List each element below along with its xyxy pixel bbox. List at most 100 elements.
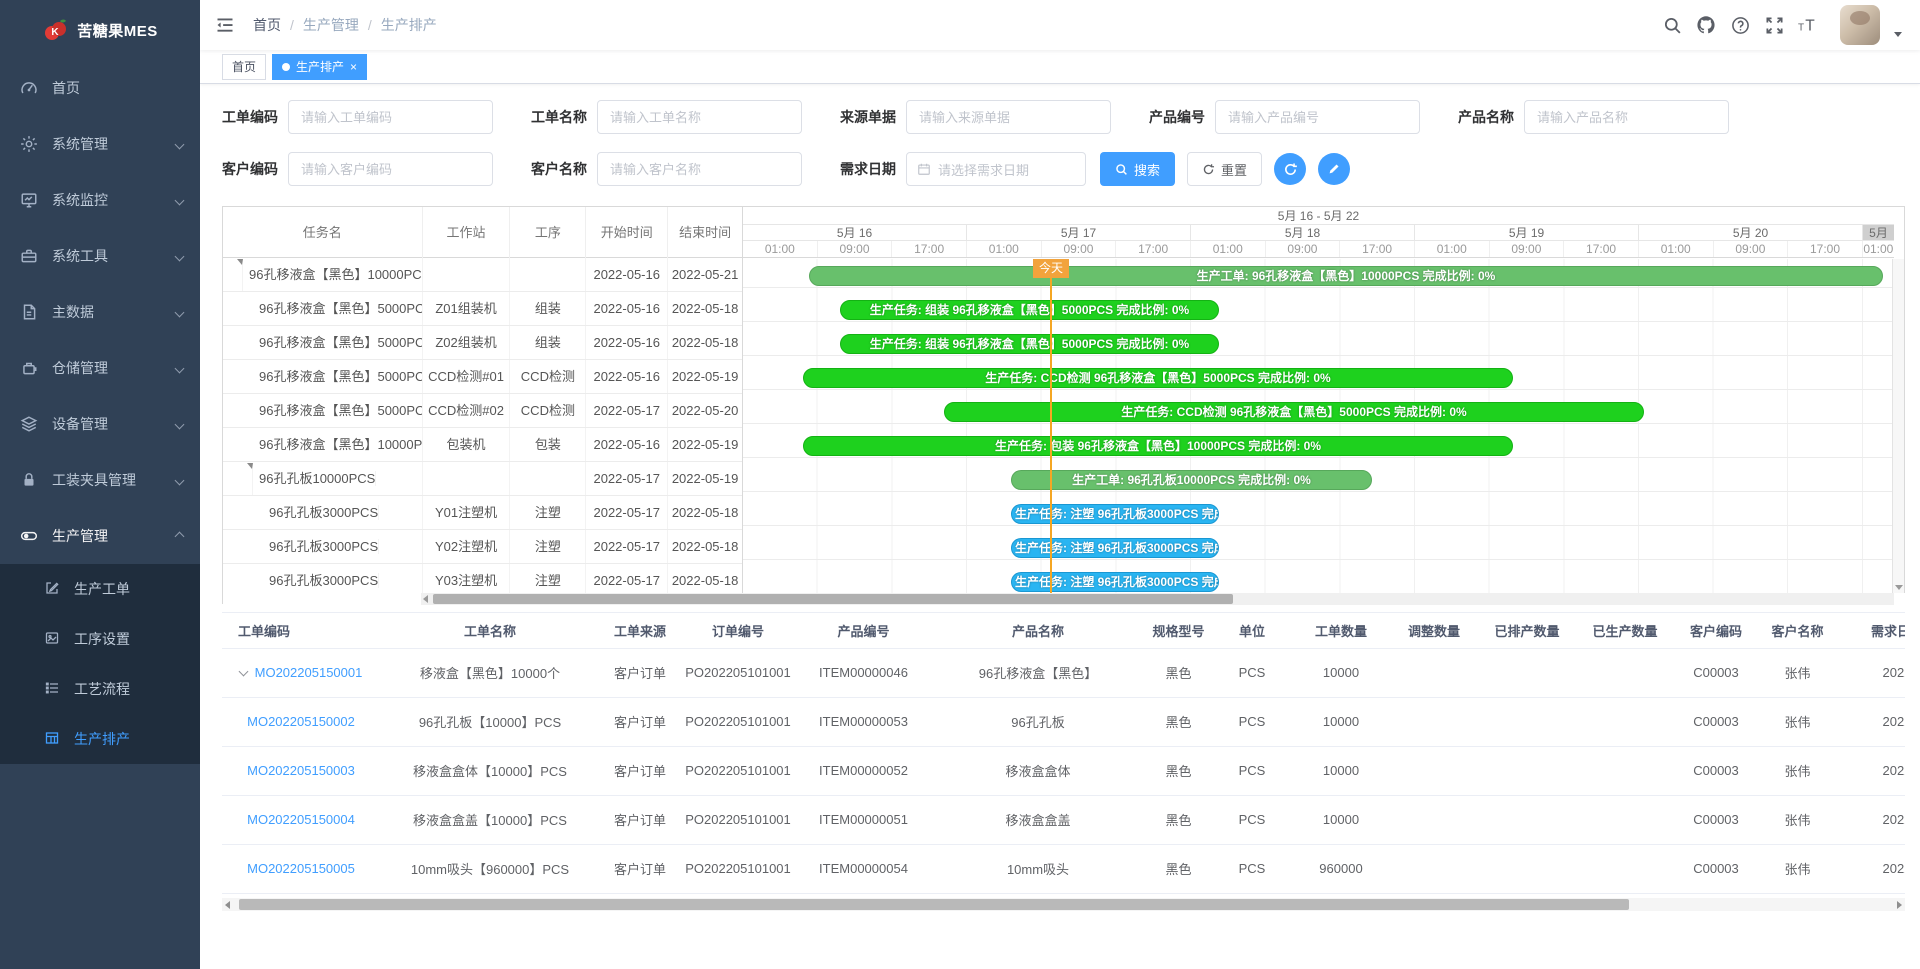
work-order-link[interactable]: MO202205150003 [247, 763, 355, 778]
tab-scheduling[interactable]: 生产排产 × [272, 54, 367, 80]
gantt-row[interactable]: 96孔移液盒【黑色】5000PCS Z02组装机组装 2022-05-16202… [223, 326, 742, 360]
sidebar-item-scheduling[interactable]: 生产排产 [0, 714, 200, 764]
sidebar-collapse-icon[interactable] [215, 15, 235, 35]
demand-date-picker[interactable]: 请选择需求日期 [906, 152, 1086, 186]
help-icon[interactable] [1730, 15, 1750, 35]
table-row[interactable]: MO202205150001 移液盒【黑色】10000个客户订单PO202205… [222, 648, 1905, 697]
github-icon[interactable] [1696, 15, 1716, 35]
hour-cell: 17:00 [1340, 241, 1415, 257]
sidebar-item-process-flow[interactable]: 工艺流程 [0, 664, 200, 714]
table-horizontal-scrollbar[interactable] [222, 898, 1905, 911]
gantt-bar-task[interactable]: 生产任务: 注塑 96孔孔板3000PCS 完成比例: 0% [1011, 504, 1219, 524]
gantt-bar-task[interactable]: 生产任务: 注塑 96孔孔板3000PCS 完成比例: 0% [1011, 538, 1219, 558]
list-icon [44, 680, 62, 698]
gantt-bar-task[interactable]: 生产任务: 注塑 96孔孔板3000PCS 完成比例: 0% [1011, 572, 1219, 592]
gantt-row[interactable]: 96孔移液盒【黑色】10000PCS 包装机包装 2022-05-162022-… [223, 428, 742, 462]
product-name-input[interactable] [1524, 100, 1729, 134]
tab-home[interactable]: 首页 [222, 54, 266, 80]
gantt-row[interactable]: 96孔孔板3000PCS Y01注塑机注塑 2022-05-172022-05-… [223, 496, 742, 530]
user-menu-caret-icon[interactable] [1894, 32, 1902, 37]
gantt-row[interactable]: 96孔孔板3000PCS Y03注塑机注塑 2022-05-172022-05-… [223, 564, 742, 593]
gantt-timeline-body: 今天 生产工单: 96孔移液盒【黑色】10000PCS 完成比例: 0% 生产任… [743, 259, 1894, 593]
calendar-icon [917, 162, 931, 176]
scroll-right-icon[interactable] [1897, 901, 1902, 909]
breadcrumb-home[interactable]: 首页 [253, 15, 281, 35]
gantt-bar-task[interactable]: 生产任务: CCD检测 96孔移液盒【黑色】5000PCS 完成比例: 0% [944, 402, 1644, 422]
logo-icon: K [42, 17, 68, 43]
search-icon[interactable] [1662, 15, 1682, 35]
sidebar-item-production[interactable]: 生产管理 [0, 508, 200, 564]
app-logo[interactable]: K 苦糖果MES [0, 0, 200, 60]
sidebar-item-master-data[interactable]: 主数据 [0, 284, 200, 340]
table-row[interactable]: MO202205150003 移液盒盒体【10000】PCS客户订单PO2022… [222, 746, 1905, 795]
fullscreen-icon[interactable] [1764, 15, 1784, 35]
expand-row-icon[interactable] [238, 667, 248, 677]
timeline-days: 5月 16 5月 17 5月 18 5月 19 5月 20 5月 21 [743, 225, 1894, 241]
source-doc-input[interactable] [906, 100, 1111, 134]
table-row[interactable]: MO202205150004 移液盒盒盖【10000】PCS客户订单PO2022… [222, 795, 1905, 844]
work-order-link[interactable]: MO202205150005 [247, 861, 355, 876]
collapse-triangle-icon[interactable] [247, 463, 253, 495]
breadcrumb-section[interactable]: 生产管理 [303, 15, 359, 35]
scrollbar-thumb[interactable] [433, 594, 1233, 604]
scroll-left-icon[interactable] [423, 595, 428, 603]
gantt-row[interactable]: 96孔移液盒【黑色】10000PCS 2022-05-162022-05-21 [223, 258, 742, 292]
gantt-bar-order[interactable]: 生产工单: 96孔移液盒【黑色】10000PCS 完成比例: 0% [809, 266, 1883, 286]
sidebar-item-warehouse[interactable]: 仓储管理 [0, 340, 200, 396]
gantt-row[interactable]: 96孔移液盒【黑色】5000PCS CCD检测#01CCD检测 2022-05-… [223, 360, 742, 394]
sidebar-item-system-admin[interactable]: 系统管理 [0, 116, 200, 172]
chevron-down-icon [175, 307, 185, 317]
scroll-down-icon[interactable] [1895, 585, 1903, 590]
search-button[interactable]: 搜索 [1100, 152, 1175, 186]
sidebar-item-system-tools[interactable]: 系统工具 [0, 228, 200, 284]
sidebar-item-work-order[interactable]: 生产工单 [0, 564, 200, 614]
column-header: 工单名称 [380, 613, 600, 648]
sidebar-item-home[interactable]: 首页 [0, 60, 200, 116]
hour-cell: 01:00 [1191, 241, 1266, 257]
collapse-triangle-icon[interactable] [237, 259, 243, 291]
chevron-down-icon [175, 139, 185, 149]
gantt-row[interactable]: 96孔移液盒【黑色】5000PCS Z01组装机组装 2022-05-16202… [223, 292, 742, 326]
customer-code-input[interactable] [288, 152, 493, 186]
sidebar-item-system-monitor[interactable]: 系统监控 [0, 172, 200, 228]
tab-label: 生产排产 [296, 58, 344, 75]
gantt-bar-task[interactable]: 生产任务: CCD检测 96孔移液盒【黑色】5000PCS 完成比例: 0% [803, 368, 1513, 388]
gantt-bar-task[interactable]: 生产任务: 包装 96孔移液盒【黑色】10000PCS 完成比例: 0% [803, 436, 1513, 456]
sidebar-item-process-settings[interactable]: 工序设置 [0, 614, 200, 664]
gantt-row[interactable]: 96孔孔板3000PCS Y02注塑机注塑 2022-05-172022-05-… [223, 530, 742, 564]
column-header: 规格型号 [1145, 613, 1212, 648]
sidebar-item-label: 系统管理 [52, 134, 176, 154]
avatar[interactable] [1840, 5, 1880, 45]
column-header: 工序 [510, 207, 586, 258]
refresh-button[interactable] [1274, 153, 1306, 185]
gantt-row[interactable]: 96孔移液盒【黑色】5000PCS CCD检测#02CCD检测 2022-05-… [223, 394, 742, 428]
sidebar-item-label: 生产工单 [74, 579, 186, 599]
product-code-input[interactable] [1215, 100, 1420, 134]
timeline-range-label: 5月 16 - 5月 22 [743, 207, 1894, 225]
close-icon[interactable]: × [350, 61, 357, 73]
gantt-vertical-scrollbar[interactable] [1892, 259, 1904, 593]
customer-name-input[interactable] [597, 152, 802, 186]
work-order-code-input[interactable] [288, 100, 493, 134]
reset-button[interactable]: 重置 [1187, 152, 1262, 186]
gantt-horizontal-scrollbar[interactable] [223, 593, 1906, 605]
work-order-link[interactable]: MO202205150001 [255, 665, 363, 680]
scrollbar-thumb[interactable] [239, 899, 1629, 910]
gantt-bar-task[interactable]: 生产任务: 组装 96孔移液盒【黑色】5000PCS 完成比例: 0% [840, 300, 1219, 320]
scroll-left-icon[interactable] [225, 901, 230, 909]
gantt-bar-task[interactable]: 生产任务: 组装 96孔移液盒【黑色】5000PCS 完成比例: 0% [840, 334, 1219, 354]
gantt-bar-order[interactable]: 生产工单: 96孔孔板10000PCS 完成比例: 0% [1011, 470, 1372, 490]
work-order-link[interactable]: MO202205150004 [247, 812, 355, 827]
today-marker-line [1050, 259, 1052, 593]
font-size-icon[interactable]: TT [1798, 15, 1818, 35]
table-row[interactable]: MO202205150002 96孔孔板【10000】PCS客户订单PO2022… [222, 697, 1905, 746]
gantt-row[interactable]: 96孔孔板10000PCS 2022-05-172022-05-19 [223, 462, 742, 496]
edit-button[interactable] [1318, 153, 1350, 185]
work-order-link[interactable]: MO202205150002 [247, 714, 355, 729]
production-submenu: 生产工单 工序设置 工艺流程 生产排产 [0, 564, 200, 764]
table-row[interactable]: MO202205150005 10mm吸头【960000】PCS客户订单PO20… [222, 844, 1905, 893]
work-order-name-input[interactable] [597, 100, 802, 134]
sidebar-item-equipment[interactable]: 设备管理 [0, 396, 200, 452]
sidebar-item-fixtures[interactable]: 工装夹具管理 [0, 452, 200, 508]
day-cell-weekend: 5月 21 [1863, 225, 1894, 240]
